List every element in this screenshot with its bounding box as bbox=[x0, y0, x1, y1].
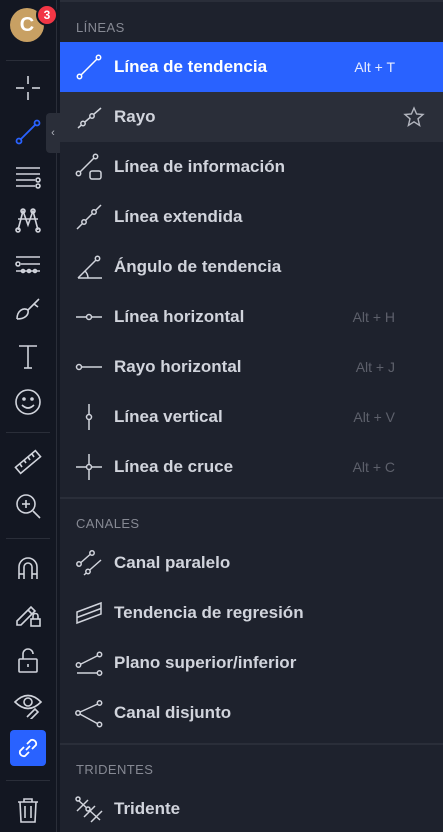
pattern-icon bbox=[15, 208, 41, 233]
trend-line-icon bbox=[74, 52, 104, 82]
menu-item-trend-line[interactable]: Línea de tendencia Alt + T bbox=[60, 42, 443, 92]
link-icon bbox=[18, 738, 38, 758]
menu-item-label: Línea de tendencia bbox=[114, 57, 268, 76]
toolbar-divider bbox=[6, 538, 50, 539]
section-title-pitchforks: TRIDENTES bbox=[76, 762, 154, 777]
menu-item-hotkey: Alt + J bbox=[355, 359, 395, 375]
section-divider bbox=[60, 497, 443, 499]
sync-drawings-button[interactable] bbox=[10, 730, 46, 766]
star-icon[interactable] bbox=[403, 106, 425, 128]
menu-item-disjoint-channel[interactable]: Canal disjunto bbox=[60, 688, 443, 738]
lines-tool-menu: LÍNEAS Línea de tendencia Alt + T Rayo L… bbox=[60, 0, 443, 832]
section-divider bbox=[60, 743, 443, 745]
horizontal-line-icon bbox=[74, 302, 104, 332]
toolbar-divider bbox=[6, 432, 50, 433]
unlock-button[interactable] bbox=[10, 642, 46, 678]
menu-item-label: Línea extendida bbox=[114, 207, 243, 226]
trend-line-tool-button[interactable] bbox=[10, 114, 46, 150]
unlock-icon bbox=[18, 648, 38, 673]
menu-item-cross-line[interactable]: Línea de cruce Alt + C bbox=[60, 442, 443, 492]
measure-tool-button[interactable] bbox=[10, 444, 46, 480]
magnet-button[interactable] bbox=[10, 550, 46, 586]
trash-icon bbox=[18, 798, 38, 823]
projection-icon bbox=[15, 256, 40, 274]
menu-item-hotkey: Alt + V bbox=[353, 409, 395, 425]
chevron-left-icon: ‹ bbox=[51, 127, 55, 139]
menu-item-regression-trend[interactable]: Tendencia de regresión bbox=[60, 588, 443, 638]
menu-item-label: Tendencia de regresión bbox=[114, 603, 304, 622]
brush-tool-button[interactable] bbox=[10, 290, 46, 326]
regression-trend-icon bbox=[74, 598, 104, 628]
menu-item-label: Rayo bbox=[114, 107, 156, 126]
text-icon bbox=[19, 345, 37, 369]
menu-item-label: Rayo horizontal bbox=[114, 357, 242, 376]
emoji-tool-button[interactable] bbox=[10, 384, 46, 420]
menu-item-trend-angle[interactable]: Ángulo de tendencia bbox=[60, 242, 443, 292]
disjoint-channel-icon bbox=[74, 698, 104, 728]
menu-item-label: Línea horizontal bbox=[114, 307, 245, 326]
menu-item-label: Línea de cruce bbox=[114, 457, 234, 476]
menu-item-label: Plano superior/inferior bbox=[114, 653, 297, 672]
parallel-channel-icon bbox=[74, 548, 104, 578]
extended-line-icon bbox=[74, 202, 104, 232]
toolbar-divider bbox=[6, 60, 50, 61]
lock-drawings-button[interactable] bbox=[10, 596, 46, 632]
menu-item-flat-top-bottom[interactable]: Plano superior/inferior bbox=[60, 638, 443, 688]
brush-icon bbox=[16, 298, 40, 320]
pitchfork-icon bbox=[74, 794, 104, 824]
section-title-lines: LÍNEAS bbox=[76, 20, 125, 35]
horizontal-ray-icon bbox=[74, 352, 104, 382]
vertical-line-icon bbox=[74, 402, 104, 432]
fib-lines-icon bbox=[16, 167, 41, 189]
crosshair-icon bbox=[16, 76, 40, 100]
projection-tool-button[interactable] bbox=[10, 246, 46, 282]
menu-top-border bbox=[60, 0, 443, 2]
menu-item-extended-line[interactable]: Línea extendida bbox=[60, 192, 443, 242]
magnet-icon bbox=[18, 557, 38, 579]
pattern-tool-button[interactable] bbox=[10, 202, 46, 238]
menu-item-info-line[interactable]: Línea de información bbox=[60, 142, 443, 192]
menu-item-label: Ángulo de tendencia bbox=[114, 257, 282, 276]
zoom-in-icon bbox=[16, 494, 41, 519]
menu-item-hotkey: Alt + T bbox=[354, 59, 395, 75]
collapse-menu-button[interactable]: ‹ bbox=[46, 113, 60, 153]
ray-icon bbox=[74, 102, 104, 132]
lock-drawing-icon bbox=[16, 605, 41, 627]
emoji-icon bbox=[15, 389, 41, 415]
notification-badge: 3 bbox=[36, 4, 58, 26]
menu-item-pitchfork[interactable]: Tridente bbox=[60, 784, 443, 832]
menu-item-hotkey: Alt + C bbox=[352, 459, 395, 475]
cross-line-icon bbox=[74, 452, 104, 482]
menu-item-label: Canal disjunto bbox=[114, 703, 232, 722]
remove-drawings-button[interactable] bbox=[10, 792, 46, 828]
menu-item-vertical-line[interactable]: Línea vertical Alt + V bbox=[60, 392, 443, 442]
drawing-toolbar: C 3 ‹ bbox=[0, 0, 60, 832]
section-title-channels: CANALES bbox=[76, 516, 140, 531]
ruler-icon bbox=[14, 449, 42, 475]
zoom-tool-button[interactable] bbox=[10, 488, 46, 524]
menu-item-parallel-channel[interactable]: Canal paralelo bbox=[60, 538, 443, 588]
text-tool-button[interactable] bbox=[10, 338, 46, 374]
menu-item-horizontal-line[interactable]: Línea horizontal Alt + H bbox=[60, 292, 443, 342]
trend-line-icon bbox=[15, 119, 41, 145]
menu-item-label: Línea vertical bbox=[114, 407, 223, 426]
menu-item-label: Tridente bbox=[114, 799, 181, 818]
menu-item-label: Línea de información bbox=[114, 157, 285, 176]
crosshair-button[interactable] bbox=[10, 70, 46, 106]
trend-angle-icon bbox=[74, 252, 104, 282]
avatar-letter: C bbox=[19, 13, 35, 36]
toolbar-divider bbox=[6, 780, 50, 781]
hide-drawings-button[interactable] bbox=[10, 686, 46, 722]
menu-item-horizontal-ray[interactable]: Rayo horizontal Alt + J bbox=[60, 342, 443, 392]
info-line-icon bbox=[74, 152, 104, 182]
eye-icon bbox=[13, 694, 43, 719]
flat-top-bottom-icon bbox=[74, 648, 104, 678]
fib-tool-button[interactable] bbox=[10, 158, 46, 194]
menu-item-hotkey: Alt + H bbox=[352, 309, 395, 325]
menu-item-ray[interactable]: Rayo bbox=[60, 92, 443, 142]
menu-item-label: Canal paralelo bbox=[114, 553, 231, 572]
